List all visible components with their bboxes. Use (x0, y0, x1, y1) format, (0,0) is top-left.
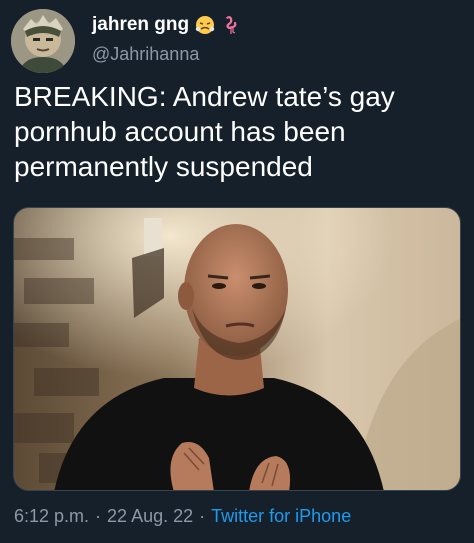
meta-separator-2: · (199, 506, 206, 526)
tweet-meta: 6:12 p.m. · 22 Aug. 22 · Twitter for iPhone (14, 506, 351, 527)
flamingo-emoji-icon (221, 15, 241, 35)
tweet-source-link[interactable]: Twitter for iPhone (211, 506, 351, 526)
tweet-time[interactable]: 6:12 p.m. (14, 506, 89, 526)
user-handle[interactable]: @Jahrihanna (92, 44, 199, 65)
tweet-date[interactable]: 22 Aug. 22 (107, 506, 193, 526)
name-row: jahren gng (92, 12, 241, 38)
tweet-text: BREAKING: Andrew tate’s gay pornhub acco… (14, 81, 395, 182)
meta-separator: · (95, 506, 102, 526)
photo-of-man-in-black-shirt-icon (14, 208, 460, 490)
tweet-media-image[interactable] (13, 207, 461, 491)
avatar[interactable] (11, 9, 75, 73)
display-name[interactable]: jahren gng (92, 14, 189, 36)
steam-face-emoji-icon (195, 15, 215, 35)
tweet-card: jahren gng @Jahrihanna BREAKING: Andrew … (0, 0, 474, 543)
avatar-illustration-icon (11, 9, 75, 73)
